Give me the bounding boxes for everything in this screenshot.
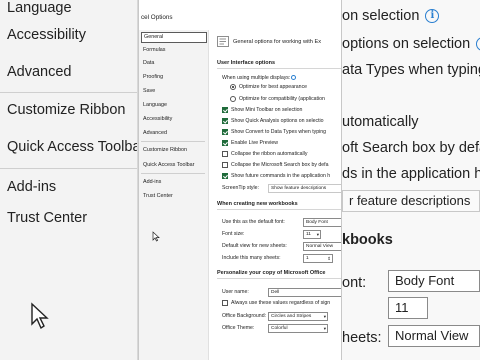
bg-line: ata Types when typingi <box>342 62 480 78</box>
sheet-count-stepper[interactable]: 1 ⇕ <box>303 254 333 263</box>
nav-advanced[interactable]: Advanced <box>141 128 207 139</box>
chevron-down-icon: ▾ <box>323 326 326 331</box>
nav-general[interactable]: General <box>141 32 207 43</box>
bg-nav-accessibility: Accessibility <box>7 27 86 43</box>
future-commands-label: Show future commands in the application … <box>231 173 331 179</box>
font-size-label: Font size: <box>222 231 245 237</box>
dialog-title-bar: cel Options <box>139 0 341 28</box>
always-use-values-label: Always use these values regardless of si… <box>231 300 331 306</box>
username-input[interactable]: Dell <box>268 288 341 297</box>
screentip-style-select[interactable]: Show feature descriptions <box>268 184 341 193</box>
bg-nav-quick-access-toolbar: Quick Access Toolbar <box>7 139 138 155</box>
bg-view-box: Normal View <box>388 325 480 347</box>
bg-line: on selection i <box>342 8 440 24</box>
nav-trust-center[interactable]: Trust Center <box>141 191 207 202</box>
font-size-select[interactable]: 11 ▾ <box>303 230 321 239</box>
convert-data-types-label: Show Convert to Data Types when typing <box>231 129 327 135</box>
radio-compatibility[interactable] <box>230 96 236 102</box>
bg-size-box: 11 <box>388 297 428 319</box>
bg-nav-divider <box>0 168 138 169</box>
radio-best-appearance-label: Optimize for best appearance <box>239 84 308 90</box>
info-icon: i <box>476 37 480 52</box>
chevron-down-icon: ▾ <box>323 314 326 319</box>
section-divider <box>217 209 341 210</box>
username-label: User name: <box>222 289 249 295</box>
mini-toolbar-label: Show Mini Toolbar on selection <box>231 107 303 113</box>
checkbox-always-use-values[interactable] <box>222 300 228 306</box>
checkbox-live-preview[interactable] <box>222 140 228 146</box>
office-theme-label: Office Theme: <box>222 325 255 331</box>
options-content: General options for working with Ex User… <box>211 30 341 360</box>
bg-line: kbooks <box>342 232 393 248</box>
bg-font-box: Body Font <box>388 270 480 292</box>
nav-save[interactable]: Save <box>141 86 207 97</box>
intro-text: General options for working with Ex <box>233 39 321 45</box>
bg-line: heets: <box>342 330 382 346</box>
general-options-icon <box>217 36 229 47</box>
bg-line: oft Search box by default <box>342 140 480 156</box>
mouse-pointer-icon <box>31 302 49 330</box>
bg-line: ont: <box>342 275 367 291</box>
quick-analysis-label: Show Quick Analysis options on selectio <box>231 118 324 124</box>
new-workbooks-heading: When creating new workbooks <box>217 201 298 207</box>
radio-compatibility-label: Optimize for compatibility (application <box>239 96 325 102</box>
chevron-down-icon: ▾ <box>316 232 319 237</box>
nav-divider <box>141 141 205 142</box>
nav-language[interactable]: Language <box>141 100 207 111</box>
sheet-count-label: Include this many sheets: <box>222 255 281 261</box>
bg-nav-trust-center: Trust Center <box>7 210 88 226</box>
mouse-pointer-icon <box>152 231 160 242</box>
nav-formulas[interactable]: Formulas <box>141 45 207 56</box>
zoomed-nav-background: Language Accessibility Advanced Customiz… <box>0 0 138 360</box>
checkbox-collapse-search[interactable] <box>222 162 228 168</box>
live-preview-label: Enable Live Preview <box>231 140 279 146</box>
section-divider <box>217 278 341 279</box>
checkbox-mini-toolbar[interactable] <box>222 107 228 113</box>
section-divider <box>217 68 341 69</box>
office-background-label: Office Background: <box>222 313 267 319</box>
zoomed-content-background: on selectioni options on selectioni ata … <box>342 0 480 360</box>
checkbox-collapse-ribbon[interactable] <box>222 151 228 157</box>
bg-nav-divider <box>0 92 138 93</box>
default-font-label: Use this as the default font: <box>222 219 285 225</box>
nav-customize-ribbon[interactable]: Customize Ribbon <box>141 145 207 156</box>
default-font-select[interactable]: Body Font <box>303 218 341 227</box>
dialog-title: cel Options <box>141 14 173 21</box>
collapse-ribbon-label: Collapse the ribbon automatically <box>231 151 308 157</box>
ui-options-heading: User Interface options <box>217 60 276 66</box>
nav-data[interactable]: Data <box>141 58 207 69</box>
options-nav: General Formulas Data Proofing Save Lang… <box>139 30 209 360</box>
nav-quick-access-toolbar[interactable]: Quick Access Toolbar <box>141 160 207 171</box>
bg-line: options on selectioni <box>342 36 480 52</box>
nav-accessibility[interactable]: Accessibility <box>141 114 207 125</box>
bg-line: ds in the application h <box>342 166 480 182</box>
checkbox-convert-data-types[interactable] <box>222 129 228 135</box>
office-background-select[interactable]: Circles and Stripes ▾ <box>268 312 328 321</box>
default-view-select[interactable]: Normal View <box>303 242 341 251</box>
bg-nav-language: Language <box>7 0 72 16</box>
screen: Language Accessibility Advanced Customiz… <box>0 0 480 360</box>
default-view-label: Default view for new sheets: <box>222 243 287 249</box>
info-icon: i <box>425 9 440 24</box>
bg-screentip-box: r feature descriptions <box>342 190 480 212</box>
office-theme-select[interactable]: Colorful ▾ <box>268 324 328 333</box>
spinner-icon: ⇕ <box>327 256 331 261</box>
checkbox-future-commands[interactable] <box>222 173 228 179</box>
collapse-search-label: Collapse the Microsoft Search box by def… <box>231 162 329 168</box>
personalize-heading: Personalize your copy of Microsoft Offic… <box>217 270 326 276</box>
screentip-style-label: ScreenTip style: <box>222 185 259 191</box>
bg-nav-customize-ribbon: Customize Ribbon <box>7 102 126 118</box>
radio-best-appearance[interactable] <box>230 84 236 90</box>
bg-line: utomatically <box>342 114 419 130</box>
nav-proofing[interactable]: Proofing <box>141 72 207 83</box>
bg-nav-advanced: Advanced <box>7 64 72 80</box>
excel-options-dialog: cel Options General Formulas Data Proofi… <box>138 0 342 360</box>
bg-nav-add-ins: Add-ins <box>7 179 57 195</box>
info-icon <box>291 75 297 81</box>
checkbox-quick-analysis[interactable] <box>222 118 228 124</box>
nav-divider <box>141 173 205 174</box>
nav-add-ins[interactable]: Add-ins <box>141 177 207 188</box>
multi-display-label: When using multiple displays: <box>222 75 297 81</box>
